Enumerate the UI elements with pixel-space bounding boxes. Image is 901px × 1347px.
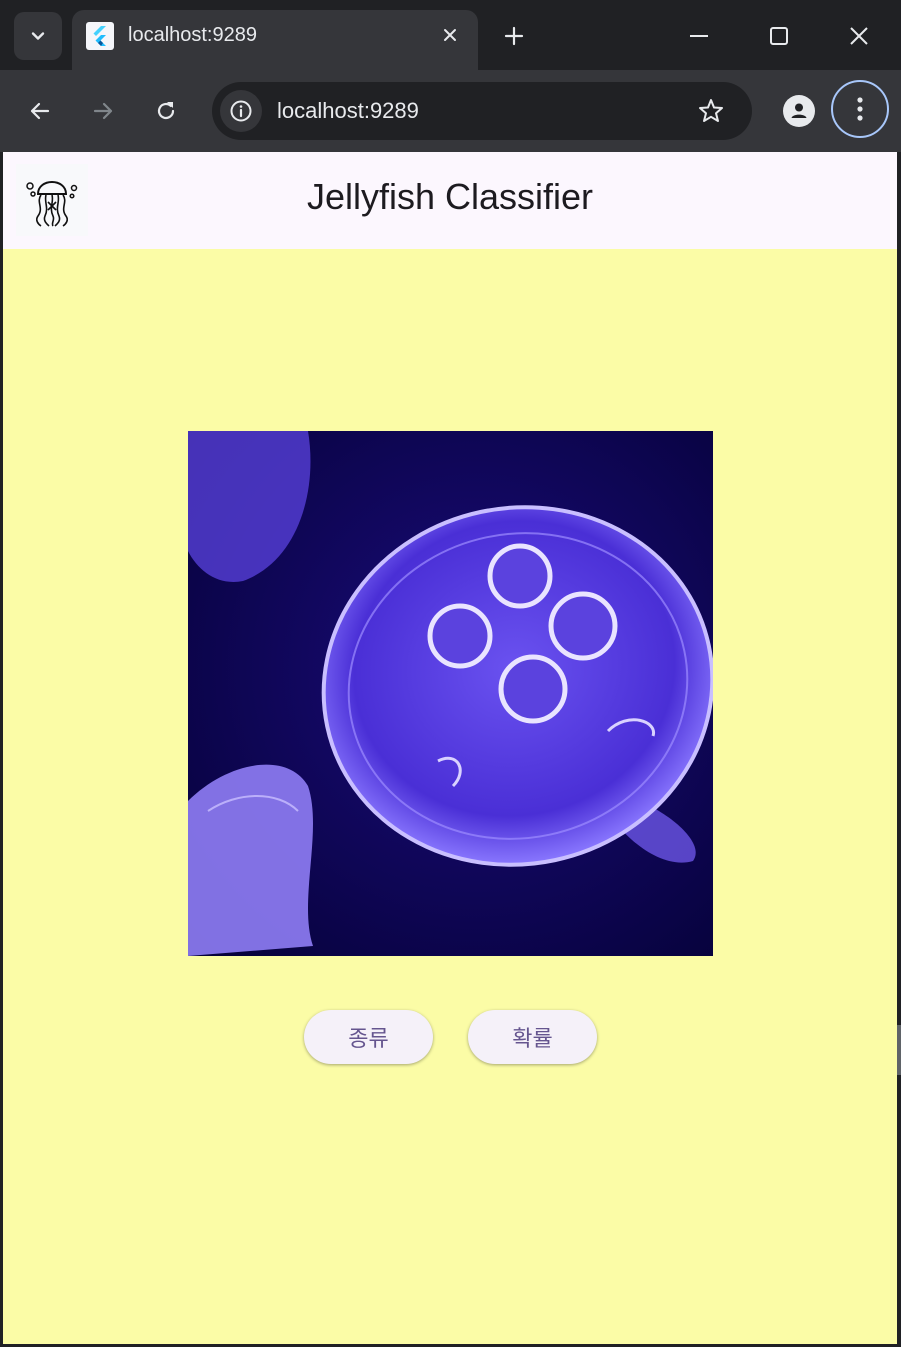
reload-button[interactable] (145, 90, 187, 132)
back-button[interactable] (19, 90, 61, 132)
arrow-left-icon (30, 102, 50, 120)
forward-button[interactable] (82, 90, 124, 132)
page-title: Jellyfish Classifier (306, 176, 594, 217)
jellyfish-image (188, 431, 713, 956)
new-tab-button[interactable] (496, 18, 532, 54)
window-close-button[interactable] (837, 14, 881, 58)
species-button[interactable]: 종류 (304, 1010, 433, 1064)
minimize-button[interactable] (677, 14, 721, 58)
site-info-button[interactable] (220, 90, 262, 132)
kebab-menu-icon (857, 97, 863, 121)
chrome-menu-button[interactable] (831, 80, 889, 138)
tab-close-button[interactable] (437, 22, 463, 48)
person-icon (783, 95, 815, 127)
tab-strip: localhost:9289 (0, 0, 901, 70)
star-icon (699, 99, 723, 122)
browser-window: localhost:9289 localhost:9289 Jellyfish … (0, 0, 901, 1347)
address-bar[interactable]: localhost:9289 (212, 82, 752, 140)
maximize-button[interactable] (757, 14, 801, 58)
browser-toolbar: localhost:9289 (0, 70, 901, 152)
arrow-right-icon (93, 102, 113, 120)
scrollbar-thumb[interactable] (897, 1025, 901, 1075)
page-viewport: Jellyfish Classifier 종류 확률 (3, 152, 897, 1344)
url-text[interactable]: localhost:9289 (277, 98, 419, 124)
minimize-icon (690, 35, 708, 37)
flutter-icon (86, 22, 114, 50)
browser-tab[interactable]: localhost:9289 (72, 10, 478, 70)
probability-button[interactable]: 확률 (468, 1010, 597, 1064)
plus-icon (504, 26, 524, 46)
info-icon (230, 100, 252, 122)
bookmark-button[interactable] (690, 90, 732, 132)
tab-title: localhost:9289 (128, 24, 257, 46)
tab-search-button[interactable] (14, 12, 62, 60)
reload-icon (157, 102, 175, 120)
app-bar: Jellyfish Classifier (3, 152, 897, 249)
close-icon (444, 29, 456, 41)
profile-button[interactable] (778, 90, 820, 132)
close-icon (850, 27, 868, 45)
chevron-down-icon (31, 32, 45, 40)
maximize-icon (770, 27, 788, 45)
